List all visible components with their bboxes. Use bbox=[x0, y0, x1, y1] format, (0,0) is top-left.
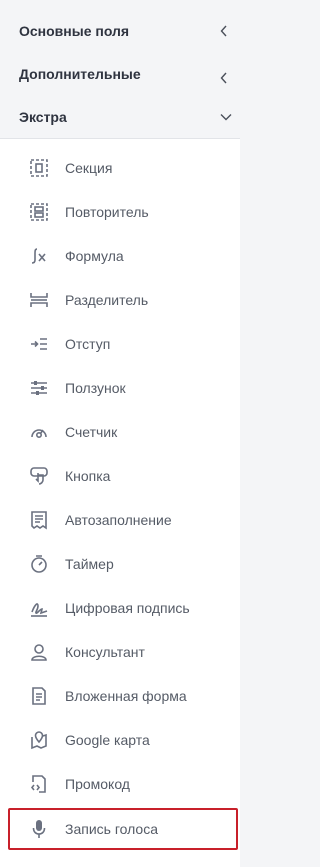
field-item-label: Счетчик bbox=[65, 424, 118, 440]
field-item-nested-form[interactable]: Вложенная форма bbox=[8, 675, 238, 717]
nested-form-icon bbox=[28, 685, 50, 707]
section-extra[interactable]: Экстра bbox=[0, 95, 240, 138]
fields-panel: Основные поля Дополнительные Экстра Секц… bbox=[0, 0, 240, 867]
field-item-promocode[interactable]: Промокод bbox=[8, 763, 238, 805]
autofill-icon bbox=[28, 509, 50, 531]
separator-icon bbox=[28, 289, 50, 311]
field-item-timer[interactable]: Таймер bbox=[8, 543, 238, 585]
button-pointer-icon bbox=[28, 465, 50, 487]
chevron-down-icon bbox=[220, 111, 232, 123]
microphone-icon bbox=[28, 818, 50, 840]
field-item-autofill[interactable]: Автозаполнение bbox=[8, 499, 238, 541]
chevron-left-icon bbox=[218, 25, 230, 37]
section-basic-fields[interactable]: Основные поля bbox=[0, 9, 240, 52]
field-item-label: Запись голоса bbox=[65, 821, 159, 837]
field-item-label: Вложенная форма bbox=[65, 688, 187, 704]
field-item-label: Автозаполнение bbox=[65, 512, 172, 528]
field-item-label: Разделитель bbox=[65, 292, 149, 308]
signature-icon bbox=[28, 597, 50, 619]
field-item-label: Google карта bbox=[65, 732, 150, 748]
field-item-counter[interactable]: Счетчик bbox=[8, 411, 238, 453]
field-item-section[interactable]: Секция bbox=[8, 147, 238, 189]
field-item-slider[interactable]: Ползунок bbox=[8, 367, 238, 409]
field-item-button[interactable]: Кнопка bbox=[8, 455, 238, 497]
field-item-repeater[interactable]: Повторитель bbox=[8, 191, 238, 233]
section-title: Дополнительные bbox=[19, 65, 141, 82]
field-item-indent[interactable]: Отступ bbox=[8, 323, 238, 365]
user-icon bbox=[28, 641, 50, 663]
field-item-label: Цифровая подпись bbox=[65, 600, 190, 616]
field-item-label: Кнопка bbox=[65, 468, 111, 484]
field-item-label: Формула bbox=[65, 248, 124, 264]
timer-icon bbox=[28, 553, 50, 575]
section-additional[interactable]: Дополнительные bbox=[0, 52, 240, 95]
field-item-consultant[interactable]: Консультант bbox=[8, 631, 238, 673]
slider-icon bbox=[28, 377, 50, 399]
field-item-label: Консультант bbox=[65, 644, 145, 660]
counter-icon bbox=[28, 421, 50, 443]
field-item-google-map[interactable]: Google карта bbox=[8, 719, 238, 761]
field-item-label: Отступ bbox=[65, 336, 111, 352]
promocode-icon bbox=[28, 773, 50, 795]
field-item-label: Повторитель bbox=[65, 204, 149, 220]
map-icon bbox=[28, 729, 50, 751]
field-item-separator[interactable]: Разделитель bbox=[8, 279, 238, 321]
field-item-signature[interactable]: Цифровая подпись bbox=[8, 587, 238, 629]
field-item-voice-recording[interactable]: Запись голоса bbox=[8, 808, 238, 850]
field-item-label: Секция bbox=[65, 160, 113, 176]
field-item-label: Ползунок bbox=[65, 380, 126, 396]
section-title: Основные поля bbox=[19, 22, 130, 39]
section-icon bbox=[28, 157, 50, 179]
field-item-formula[interactable]: Формула bbox=[8, 235, 238, 277]
repeater-icon bbox=[28, 201, 50, 223]
chevron-left-icon bbox=[218, 72, 230, 84]
field-item-label: Таймер bbox=[65, 556, 114, 572]
field-item-label: Промокод bbox=[65, 776, 130, 792]
formula-icon bbox=[28, 245, 50, 267]
indent-icon bbox=[28, 333, 50, 355]
section-title: Экстра bbox=[19, 108, 67, 125]
